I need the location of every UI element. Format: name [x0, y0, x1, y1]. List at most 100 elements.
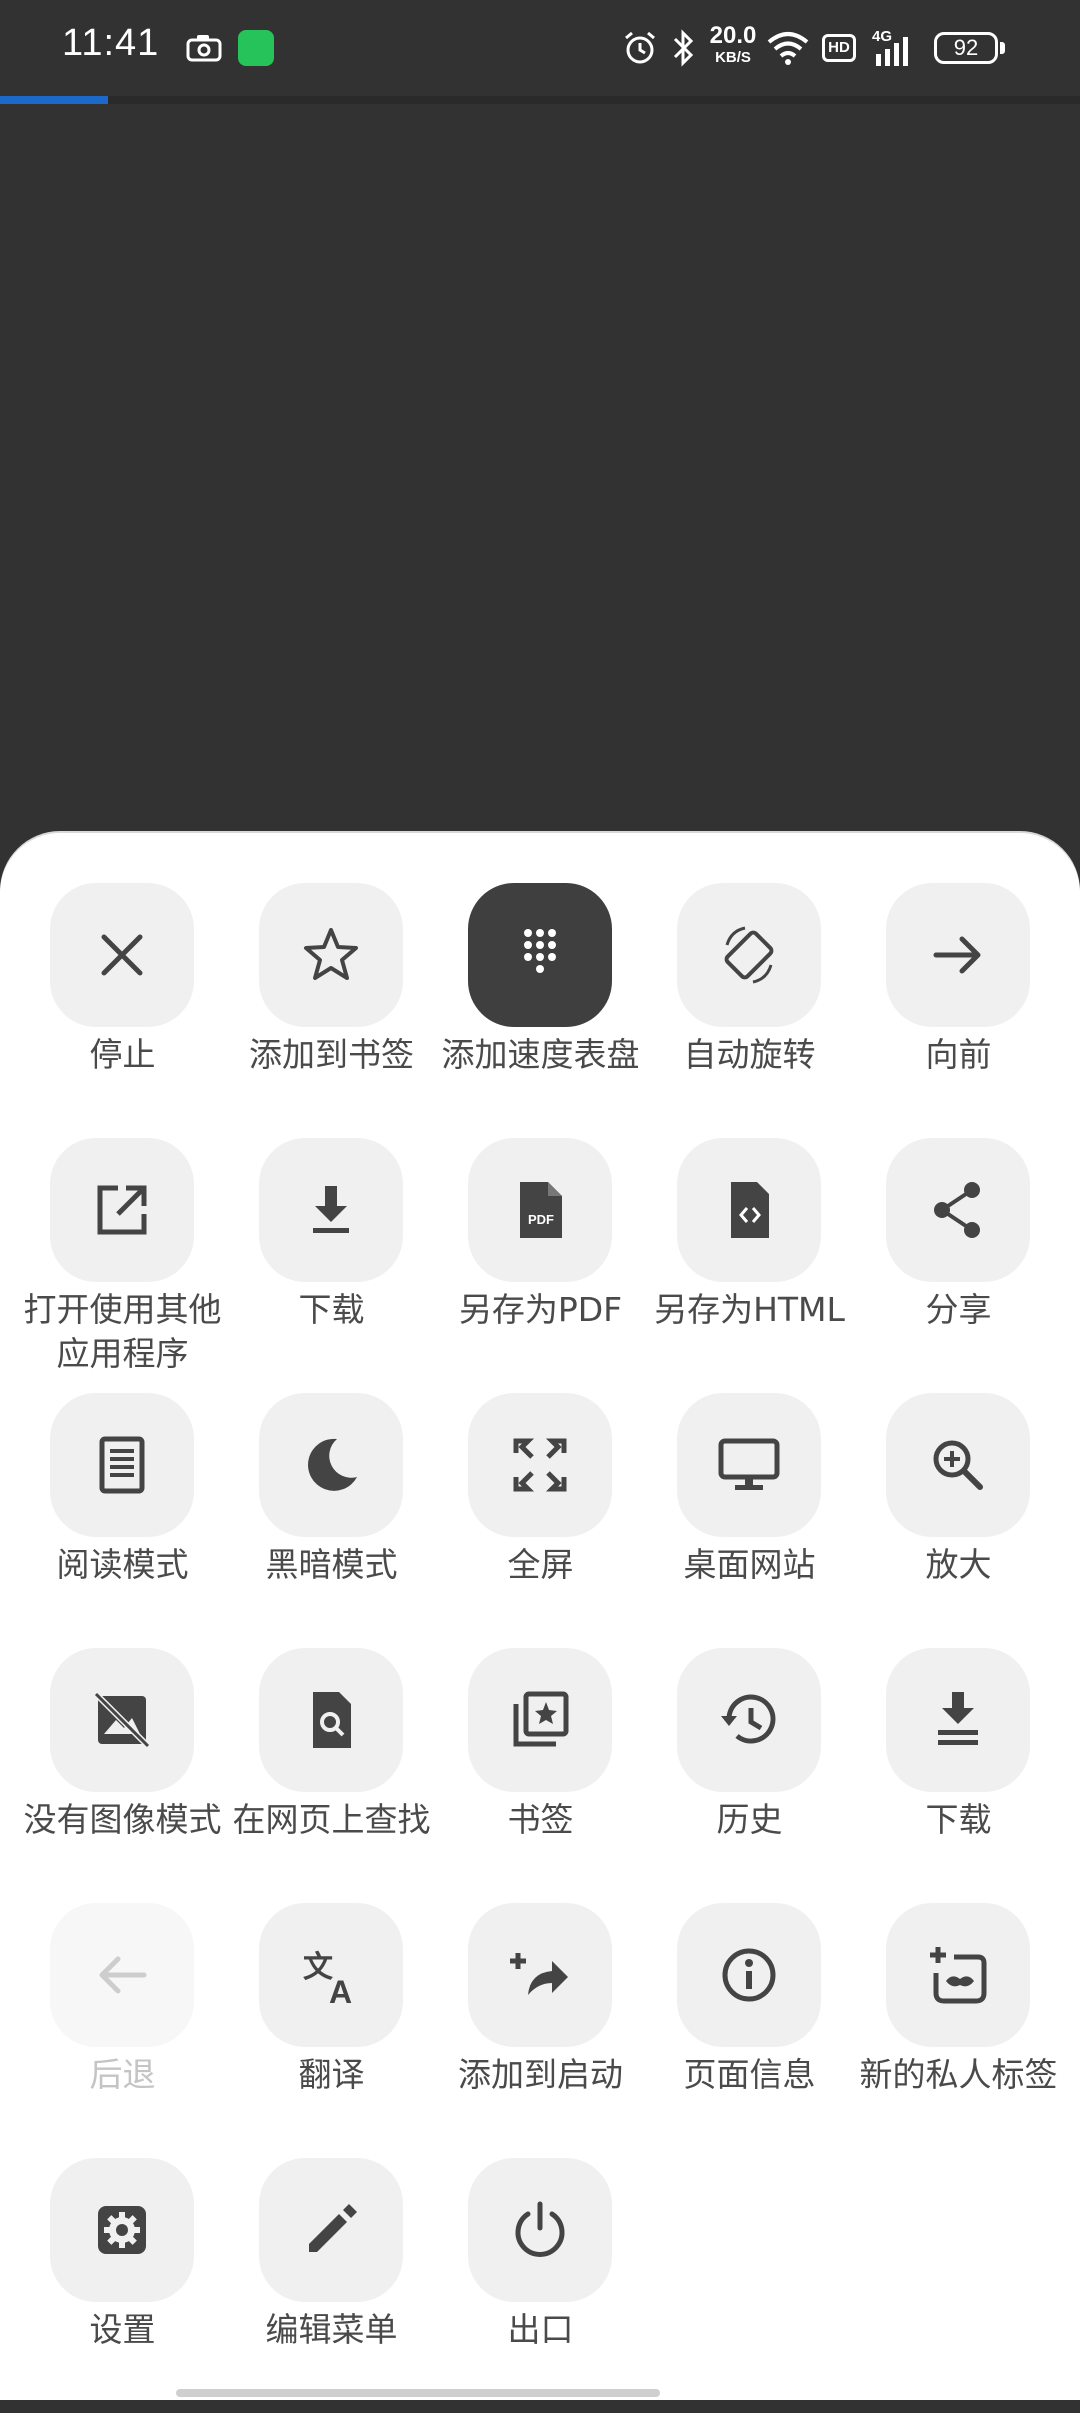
menu-item-exit[interactable]: 出口	[436, 2158, 645, 2413]
menu-item-zoom-in-button[interactable]	[886, 1393, 1030, 1537]
reader-mode-icon	[99, 1436, 145, 1494]
menu-item-label: 全屏	[507, 1545, 574, 1584]
menu-item-fullscreen[interactable]: 全屏	[436, 1393, 645, 1648]
menu-item-bookmarks[interactable]: 书签	[436, 1648, 645, 1903]
menu-item-label: 添加到启动	[458, 2055, 623, 2094]
menu-item-add-speed-dial[interactable]: 添加速度表盘	[436, 883, 645, 1138]
menu-item-label: 自动旋转	[683, 1035, 816, 1074]
star-outline-icon	[304, 928, 358, 980]
menu-item-save-html[interactable]: 另存为HTML	[645, 1138, 854, 1393]
menu-item-save-pdf[interactable]: PDF 另存为PDF	[436, 1138, 645, 1393]
menu-item-find-in-page-button[interactable]	[259, 1648, 403, 1792]
menu-item-add-speed-dial-button[interactable]	[468, 883, 612, 1027]
share-icon	[934, 1182, 980, 1238]
menu-item-share-button[interactable]	[886, 1138, 1030, 1282]
menu-item-add-to-startup[interactable]: 添加到启动	[436, 1903, 645, 2158]
menu-item-page-info[interactable]: 页面信息	[645, 1903, 854, 2158]
power-icon	[515, 2201, 565, 2257]
menu-item-reader-mode-button[interactable]	[50, 1393, 194, 1537]
menu-item-auto-rotate-button[interactable]	[677, 883, 821, 1027]
menu-item-label: 分享	[925, 1290, 992, 1329]
menu-item-label: 设置	[89, 2310, 156, 2349]
menu-item-new-private-tab-button[interactable]	[886, 1903, 1030, 2047]
menu-item-stop[interactable]: 停止	[18, 883, 227, 1138]
open-external-icon	[97, 1185, 147, 1235]
menu-item-history-button[interactable]	[677, 1648, 821, 1792]
translate-icon: 文 A	[303, 1950, 352, 2007]
menu-item-back[interactable]: 后退	[18, 1903, 227, 2158]
menu-item-fullscreen-button[interactable]	[468, 1393, 612, 1537]
hd-voice-badge: HD	[822, 34, 856, 62]
menu-item-save-pdf-button[interactable]: PDF	[468, 1138, 612, 1282]
message-app-notification-icon	[238, 30, 274, 66]
menu-item-no-image-mode[interactable]: 没有图像模式	[18, 1648, 227, 1903]
pdf-file-icon: PDF	[520, 1182, 562, 1238]
menu-item-save-html-button[interactable]	[677, 1138, 821, 1282]
menu-item-open-with-app[interactable]: 打开使用其他应用程序	[18, 1138, 227, 1393]
menu-item-zoom-in[interactable]: 放大	[854, 1393, 1063, 1648]
menu-item-stop-button[interactable]	[50, 883, 194, 1027]
arrow-forward-icon	[933, 936, 981, 974]
sheet-bottom-handle[interactable]	[176, 2389, 660, 2397]
menu-item-bookmarks-button[interactable]	[468, 1648, 612, 1792]
menu-item-label: 另存为PDF	[458, 1290, 623, 1329]
menu-item-back-button[interactable]	[50, 1903, 194, 2047]
arrow-back-icon	[99, 1956, 147, 1994]
menu-item-download-button[interactable]	[259, 1138, 403, 1282]
menu-item-new-private-tab[interactable]: 新的私人标签	[854, 1903, 1063, 2158]
incognito-tab-icon	[930, 1947, 987, 2004]
menu-item-label: 添加到书签	[249, 1035, 414, 1074]
menu-item-exit-button[interactable]	[468, 2158, 612, 2302]
menu-item-history[interactable]: 历史	[645, 1648, 854, 1903]
menu-item-forward-button[interactable]	[886, 883, 1030, 1027]
menu-item-settings-button[interactable]	[50, 2158, 194, 2302]
menu-item-add-bookmark-button[interactable]	[259, 883, 403, 1027]
menu-item-edit-menu[interactable]: 编辑菜单	[227, 2158, 436, 2413]
info-icon	[722, 1948, 776, 2002]
menu-item-label: 阅读模式	[56, 1545, 189, 1584]
menu-item-desktop-site-button[interactable]	[677, 1393, 821, 1537]
menu-item-desktop-site[interactable]: 桌面网站	[645, 1393, 854, 1648]
svg-text:PDF: PDF	[528, 1212, 554, 1227]
menu-item-label: 添加速度表盘	[441, 1035, 640, 1074]
menu-item-label: 新的私人标签	[859, 2055, 1058, 2094]
menu-item-open-with-app-button[interactable]	[50, 1138, 194, 1282]
menu-item-share[interactable]: 分享	[854, 1138, 1063, 1393]
menu-item-download[interactable]: 下载	[227, 1138, 436, 1393]
menu-item-find-in-page[interactable]: 在网页上查找	[227, 1648, 436, 1903]
menu-item-translate[interactable]: 文 A 翻译	[227, 1903, 436, 2158]
menu-item-settings[interactable]: 设置	[18, 2158, 227, 2413]
menu-item-label: 在网页上查找	[232, 1800, 431, 1839]
menu-item-label: 打开使用其他应用程序	[23, 1290, 222, 1373]
menu-item-no-image-mode-button[interactable]	[50, 1648, 194, 1792]
menu-item-label: 放大	[925, 1545, 992, 1584]
history-icon	[721, 1694, 776, 1744]
fullscreen-icon	[513, 1438, 567, 1492]
no-image-icon	[93, 1691, 151, 1749]
download-icon	[313, 1186, 349, 1233]
speed-dial-icon	[524, 929, 556, 973]
menu-item-add-bookmark[interactable]: 添加到书签	[227, 883, 436, 1138]
add-to-startup-icon	[510, 1953, 568, 1995]
menu-item-label: 停止	[89, 1035, 156, 1074]
screen-rotation-icon	[724, 926, 774, 984]
menu-item-downloads-button[interactable]	[886, 1648, 1030, 1792]
menu-item-auto-rotate[interactable]: 自动旋转	[645, 883, 854, 1138]
menu-item-add-to-startup-button[interactable]	[468, 1903, 612, 2047]
menu-item-translate-button[interactable]: 文 A	[259, 1903, 403, 2047]
menu-item-downloads[interactable]: 下载	[854, 1648, 1063, 1903]
menu-item-reader-mode[interactable]: 阅读模式	[18, 1393, 227, 1648]
downloads-list-icon	[938, 1692, 978, 1745]
alarm-icon	[625, 31, 655, 64]
menu-item-dark-mode[interactable]: 黑暗模式	[227, 1393, 436, 1648]
wifi-icon	[767, 32, 809, 65]
menu-item-edit-menu-button[interactable]	[259, 2158, 403, 2302]
menu-item-label: 另存为HTML	[654, 1290, 845, 1329]
zoom-in-icon	[933, 1440, 983, 1490]
menu-item-forward[interactable]: 向前	[854, 883, 1063, 1138]
menu-item-page-info-button[interactable]	[677, 1903, 821, 2047]
page-load-progress-fill	[0, 96, 108, 104]
battery-tip	[1000, 42, 1005, 54]
close-icon	[101, 934, 143, 976]
menu-item-dark-mode-button[interactable]	[259, 1393, 403, 1537]
